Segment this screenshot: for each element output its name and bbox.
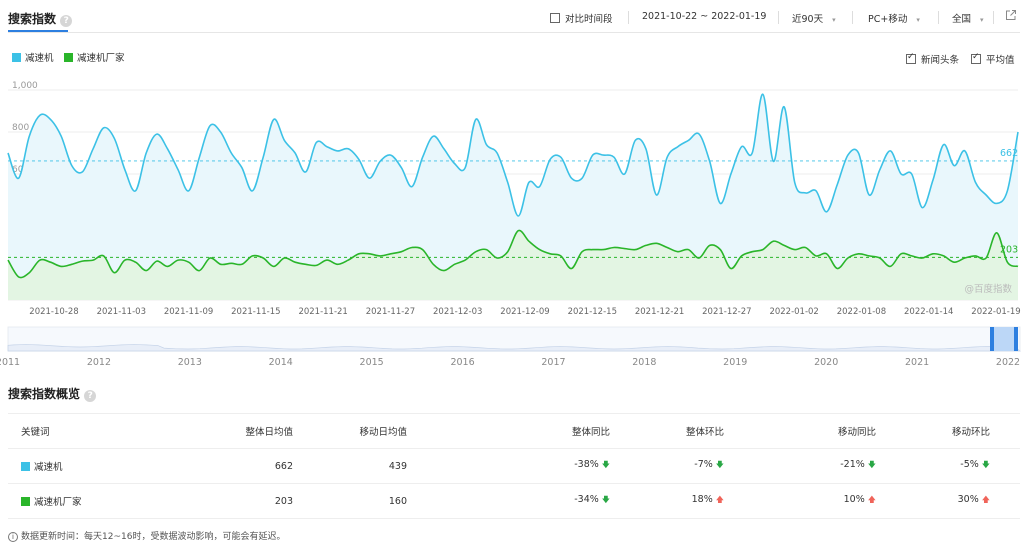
- year-tick-label: 2011: [0, 357, 21, 368]
- mobile-avg-cell: 439: [293, 448, 407, 484]
- x-tick-label: 2021-10-28: [29, 307, 79, 317]
- mobile-mom-cell: -5% 🡇: [876, 448, 990, 484]
- arrow-down-icon: 🡇: [601, 460, 610, 469]
- year-tick-label: 2016: [450, 357, 475, 368]
- overall-mom-text: -7%: [694, 459, 713, 470]
- keyword-cell: 减速机: [8, 448, 198, 484]
- x-tick-label: 2021-12-21: [634, 307, 685, 317]
- year-tick-label: 2013: [177, 357, 202, 368]
- info-icon: i: [8, 532, 18, 542]
- mobile-yoy-text: -21%: [840, 459, 865, 470]
- overall-yoy-cell: -34% 🡇: [407, 483, 610, 519]
- year-tick-label: 2012: [86, 357, 111, 368]
- arrow-up-icon: 🡅: [715, 495, 724, 504]
- col-mobile-mom: 移动环比: [876, 413, 990, 449]
- x-tick-label: 2022-01-02: [769, 307, 819, 317]
- arrow-down-icon: 🡇: [601, 495, 610, 504]
- arrow-up-icon: 🡅: [981, 495, 990, 504]
- help-icon[interactable]: ?: [84, 390, 97, 402]
- mobile-yoy-cell: 10% 🡅: [724, 483, 876, 519]
- keyword-swatch: [21, 462, 30, 471]
- average-value-1: 662: [1000, 148, 1018, 159]
- overall-mom-cell: 18% 🡅: [610, 483, 724, 519]
- arrow-up-icon: 🡅: [867, 495, 876, 504]
- overall-avg-cell: 203: [198, 483, 293, 519]
- arrow-down-icon: 🡇: [867, 460, 876, 469]
- brush-selection[interactable]: [991, 327, 1017, 351]
- mobile-mom-text: 30%: [957, 494, 979, 505]
- brush-handle-right[interactable]: [1014, 327, 1018, 351]
- keyword-swatch: [21, 497, 30, 506]
- col-mobile-avg: 移动日均值: [293, 413, 407, 449]
- x-tick-label: 2021-12-27: [702, 307, 752, 317]
- overall-mom-text: 18%: [691, 494, 713, 505]
- table-header-row: 关键词 整体日均值 移动日均值 整体同比 整体环比 移动同比 移动环比: [8, 413, 1020, 449]
- year-tick-label: 2015: [359, 357, 384, 368]
- col-keyword: 关键词: [8, 413, 198, 449]
- col-overall-mom: 整体环比: [610, 413, 724, 449]
- x-tick-label: 2021-12-03: [433, 307, 483, 317]
- year-tick-label: 2019: [723, 357, 748, 368]
- x-tick-label: 2022-01-19: [971, 307, 1021, 317]
- overview-brush-chart[interactable]: [0, 325, 1024, 353]
- x-tick-label: 2022-01-14: [904, 307, 954, 317]
- x-tick-label: 2022-01-08: [836, 307, 887, 317]
- mobile-yoy-text: 10%: [843, 494, 865, 505]
- col-mobile-yoy: 移动同比: [724, 413, 876, 449]
- average-value-2: 203: [1000, 244, 1018, 255]
- year-tick-label: 2014: [268, 357, 293, 368]
- x-tick-label: 2021-12-09: [500, 307, 550, 317]
- x-tick-label: 2021-11-21: [298, 307, 348, 317]
- x-tick-label: 2021-11-15: [231, 307, 281, 317]
- brush-handle-left[interactable]: [990, 327, 994, 351]
- overall-yoy-text: -34%: [574, 494, 599, 505]
- year-tick-label: 2021: [904, 357, 930, 368]
- year-tick-label: 2022: [995, 357, 1021, 368]
- watermark: @百度指数: [964, 283, 1012, 295]
- x-tick-label: 2021-11-09: [163, 307, 214, 317]
- table-row: 减速机 662 439 -38% 🡇 -7% 🡇 -21% 🡇 -5% 🡇: [8, 448, 1020, 484]
- overview-title: 搜索指数概览 ?: [8, 385, 97, 402]
- trend-chart[interactable]: 662 203 @百度指数: [0, 0, 1024, 305]
- x-tick-label: 2021-12-15: [567, 307, 617, 317]
- col-overall-avg: 整体日均值: [198, 413, 293, 449]
- mobile-avg-cell: 160: [293, 483, 407, 519]
- overview-title-text: 搜索指数概览: [8, 387, 81, 401]
- overall-avg-cell: 662: [198, 448, 293, 484]
- overall-yoy-cell: -38% 🡇: [407, 448, 610, 484]
- keyword-text: 减速机: [34, 462, 63, 473]
- year-tick-label: 2018: [632, 357, 657, 368]
- overall-yoy-text: -38%: [574, 459, 599, 470]
- mobile-mom-text: -5%: [960, 459, 979, 470]
- overview-table: 关键词 整体日均值 移动日均值 整体同比 整体环比 移动同比 移动环比 减速机 …: [8, 413, 1020, 519]
- col-overall-yoy: 整体同比: [407, 413, 610, 449]
- footnote: i 数据更新时间：每天12~16时，受数据波动影响，可能会有延迟。: [8, 529, 285, 542]
- keyword-cell: 减速机厂家: [8, 483, 198, 519]
- mobile-yoy-cell: -21% 🡇: [724, 448, 876, 484]
- arrow-down-icon: 🡇: [981, 460, 990, 469]
- x-tick-label: 2021-11-27: [365, 307, 416, 317]
- year-tick-label: 2020: [814, 357, 839, 368]
- keyword-text: 减速机厂家: [34, 497, 82, 508]
- year-tick-label: 2017: [541, 357, 566, 368]
- overall-mom-cell: -7% 🡇: [610, 448, 724, 484]
- x-tick-label: 2021-11-03: [96, 307, 146, 317]
- arrow-down-icon: 🡇: [715, 460, 724, 469]
- footnote-text: 数据更新时间：每天12~16时，受数据波动影响，可能会有延迟。: [21, 532, 286, 542]
- table-row: 减速机厂家 203 160 -34% 🡇 18% 🡅 10% 🡅 30% 🡅: [8, 483, 1020, 519]
- mobile-mom-cell: 30% 🡅: [876, 483, 990, 519]
